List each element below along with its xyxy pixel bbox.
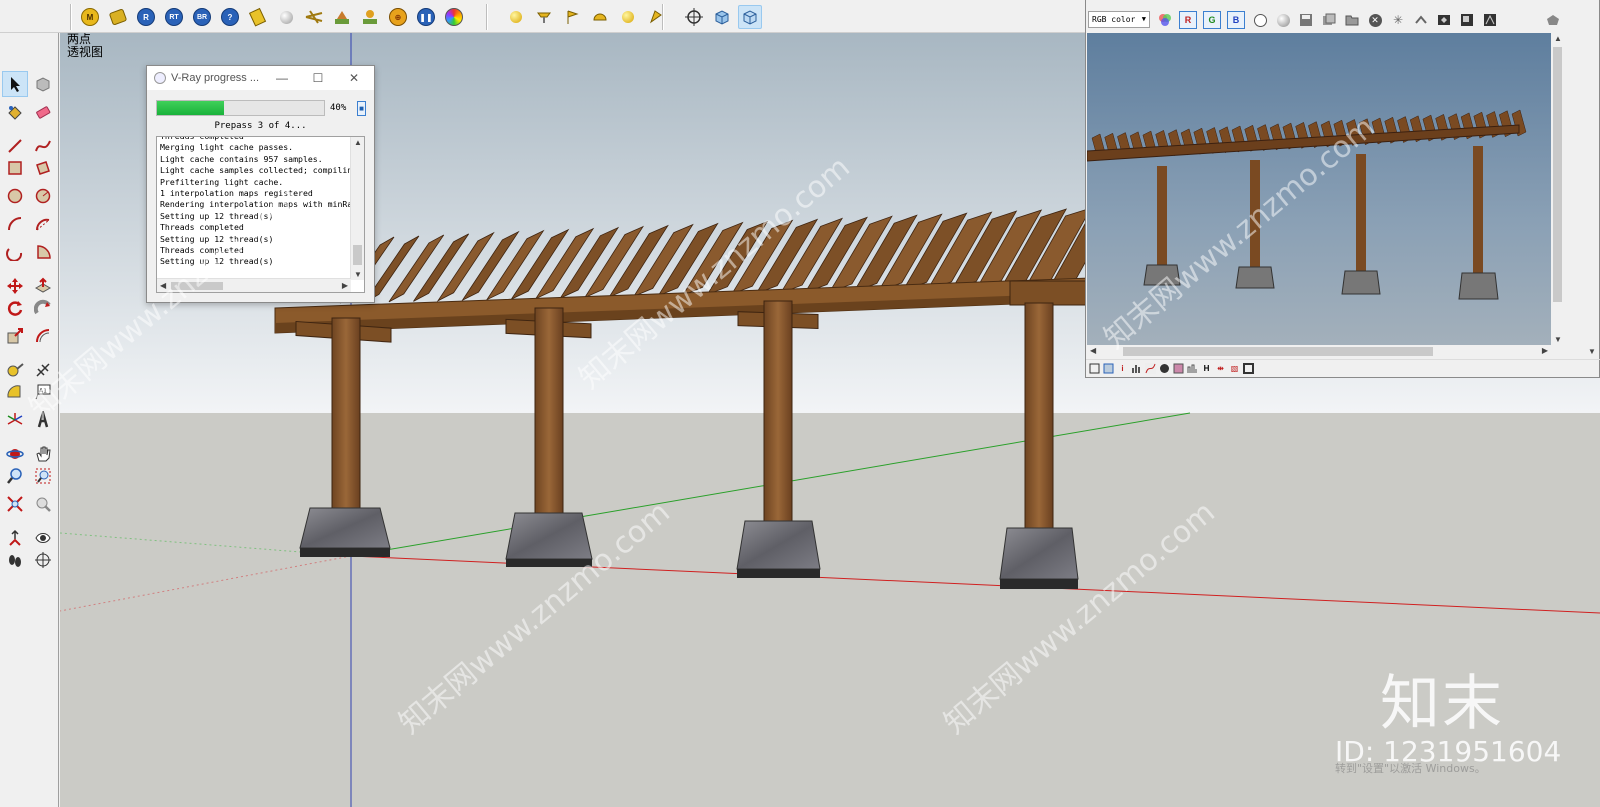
diagonal-watermark: 知末网www.znzmo.com (938, 495, 1222, 741)
sketchup-window: M R RT BR ? ⊕ ❚❚ A1 两点 透视图 V-Ray progres… (0, 0, 1600, 807)
diagonal-watermark: 知末网www.znzmo.com (1098, 110, 1382, 356)
diagonal-watermark: 知末网www.znzmo.com (23, 180, 307, 426)
diagonal-watermarks: 知末网www.znzmo.com 知末网www.znzmo.com 知末网www… (23, 110, 1382, 741)
diagonal-watermark: 知末网www.znzmo.com (573, 150, 857, 396)
diagonal-watermark: 知末网www.znzmo.com (393, 495, 677, 741)
